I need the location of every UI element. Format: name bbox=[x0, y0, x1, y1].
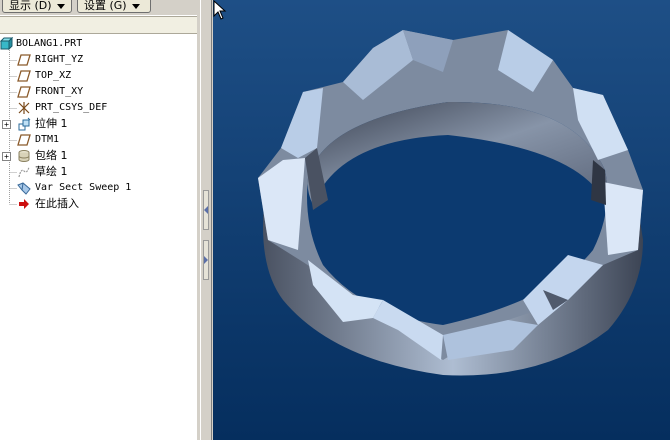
expand-plus-icon[interactable]: + bbox=[2, 120, 11, 129]
insert-arrow-icon bbox=[19, 199, 29, 209]
tree-item-sketch[interactable]: 草绘 1 bbox=[0, 164, 197, 180]
settings-menu-label: 设置 (G) bbox=[84, 0, 127, 12]
chevron-down-icon bbox=[131, 3, 140, 9]
tree-item-extrude[interactable]: + 拉伸 1 bbox=[0, 116, 197, 132]
coordinate-system-icon bbox=[18, 102, 30, 114]
tree-item-front-xy[interactable]: FRONT_XY bbox=[0, 84, 197, 100]
datum-plane-icon bbox=[17, 86, 31, 98]
tree-item-top-xz[interactable]: TOP_XZ bbox=[0, 68, 197, 84]
part-icon bbox=[0, 37, 14, 51]
tree-item-csys[interactable]: PRT_CSYS_DEF bbox=[0, 100, 197, 116]
extrude-icon bbox=[18, 117, 31, 131]
tree-item-wrap[interactable]: + 包络 1 bbox=[0, 148, 197, 164]
tree-column-header bbox=[0, 16, 197, 34]
tree-item-label: TOP_XZ bbox=[35, 70, 72, 81]
expand-plus-icon[interactable]: + bbox=[2, 152, 11, 161]
tree-item-label: FRONT_XY bbox=[35, 86, 84, 97]
model-tree-panel: 显示 (D) 设置 (G) BOLANG1.PRT RIGHT_YZ TOP_X… bbox=[0, 0, 200, 440]
model-render bbox=[213, 0, 670, 440]
settings-menu-button[interactable]: 设置 (G) bbox=[77, 0, 151, 13]
panel-splitter[interactable] bbox=[200, 0, 212, 440]
display-menu-label: 显示 (D) bbox=[9, 0, 52, 12]
tree-item-label: 草绘 1 bbox=[35, 165, 68, 178]
expand-right-icon[interactable] bbox=[203, 240, 209, 280]
tree-item-label: 在此插入 bbox=[35, 197, 79, 210]
datum-plane-icon bbox=[17, 134, 31, 146]
wrap-icon bbox=[18, 150, 30, 162]
tree-item-dtm1[interactable]: DTM1 bbox=[0, 132, 197, 148]
tree-item-right-yz[interactable]: RIGHT_YZ bbox=[0, 52, 197, 68]
sketch-icon bbox=[18, 166, 30, 178]
tree-item-label: Var Sect Sweep 1 bbox=[35, 182, 132, 193]
tree-item-label: DTM1 bbox=[35, 134, 60, 145]
tree-item-label: RIGHT_YZ bbox=[35, 54, 84, 65]
mouse-pointer-icon bbox=[213, 0, 227, 20]
tree-item-var-sect-sweep[interactable]: Var Sect Sweep 1 bbox=[0, 180, 197, 196]
tree-item-insert-here[interactable]: 在此插入 bbox=[0, 196, 197, 212]
collapse-left-icon[interactable] bbox=[203, 190, 209, 230]
sweep-icon bbox=[17, 182, 31, 195]
tree-toolbar: 显示 (D) 设置 (G) bbox=[0, 0, 200, 15]
tree-item-label: BOLANG1.PRT bbox=[16, 38, 83, 49]
tree-item-part[interactable]: BOLANG1.PRT bbox=[0, 36, 197, 52]
tree-item-label: 包络 1 bbox=[35, 149, 68, 162]
tree-item-label: 拉伸 1 bbox=[35, 117, 68, 130]
datum-plane-icon bbox=[17, 70, 31, 82]
tree-item-label: PRT_CSYS_DEF bbox=[35, 102, 108, 113]
display-menu-button[interactable]: 显示 (D) bbox=[2, 0, 72, 13]
chevron-down-icon bbox=[56, 3, 65, 9]
graphics-viewport[interactable] bbox=[213, 0, 670, 440]
datum-plane-icon bbox=[17, 54, 31, 66]
